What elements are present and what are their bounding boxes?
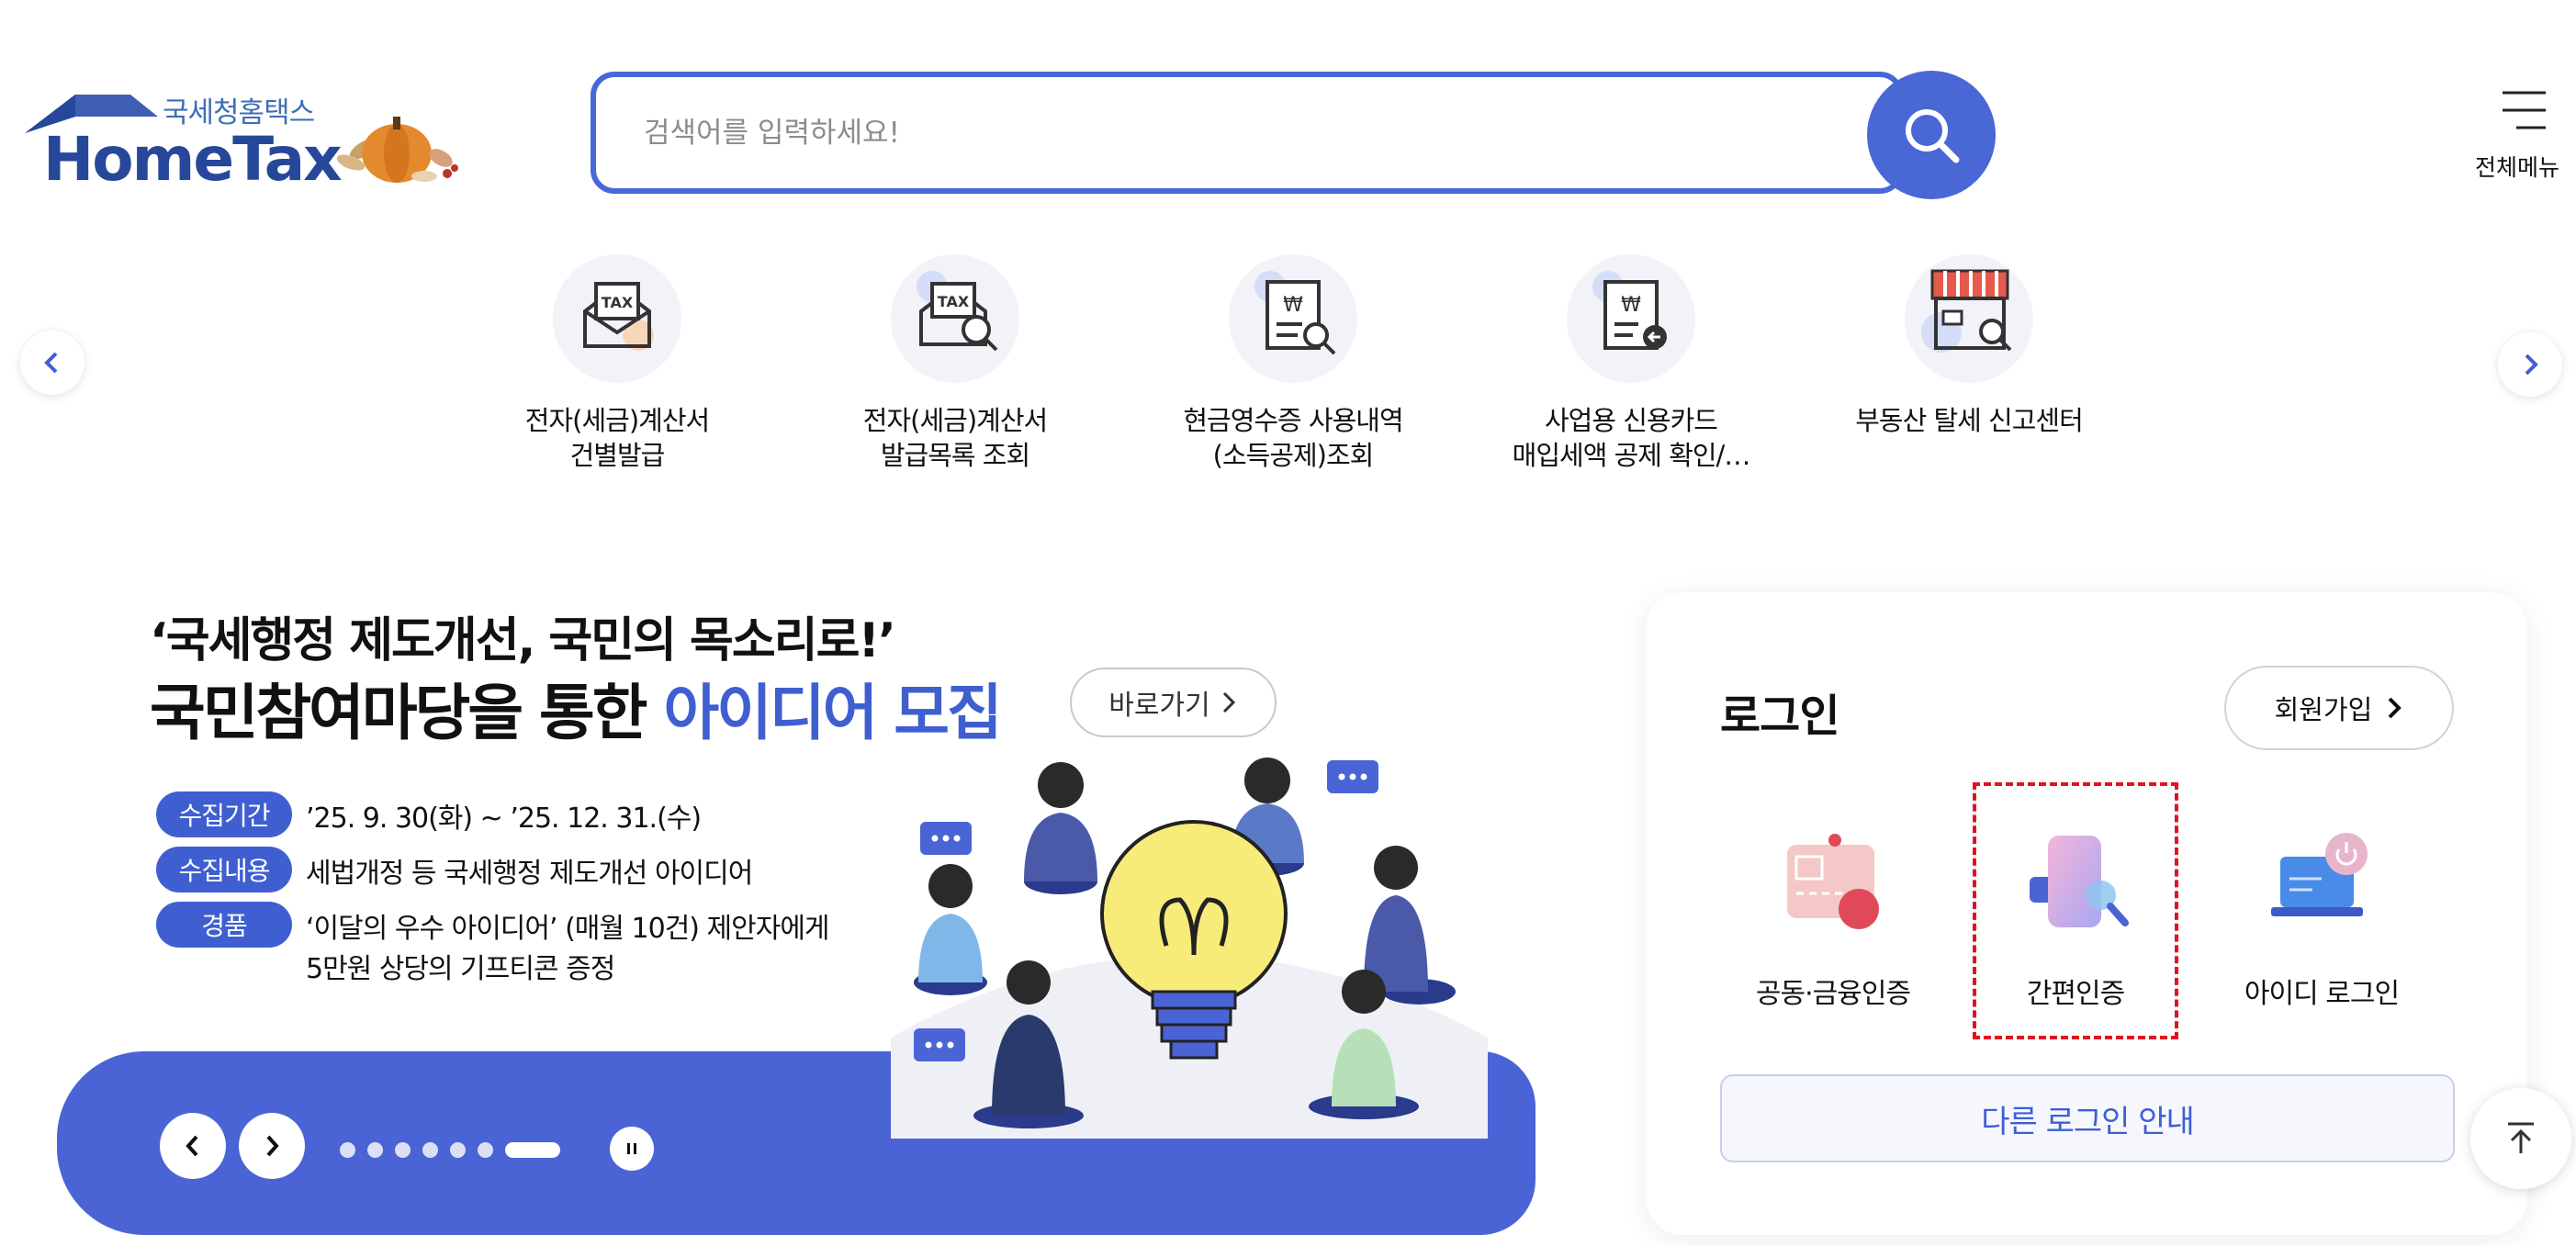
login-option-label: 공동·금융인증 [1755,978,1911,1010]
quick-menu-label: 부동산 탈세 신고센터 [1855,405,2084,436]
search-button[interactable] [1867,71,1996,199]
banner-tag: 수집내용 [156,847,292,892]
banner-pause-button[interactable] [610,1127,654,1171]
search-box[interactable] [591,72,1904,194]
chevron-right-icon [1222,691,1235,713]
login-option-certificate[interactable]: 공동·금융인증 [1723,822,1943,1011]
pumpkin-icon [336,117,458,183]
simple-auth-highlight [1973,782,2178,1039]
all-menu-button[interactable]: 전체메뉴 [2461,87,2576,188]
svg-text:TAX: TAX [602,294,634,311]
all-menu-label: 전체메뉴 [2475,154,2560,181]
store-search-icon [1905,254,2033,383]
banner-row-text: ‘이달의 우수 아이디어’ (매월 10건) 제안자에게 [306,913,830,945]
quick-menu-item[interactable]: TAX 전자(세금)계산서 건별발급 [447,254,787,473]
chevron-left-icon [186,1135,198,1157]
svg-text:TAX: TAX [938,293,970,310]
pause-icon [627,1143,636,1154]
arrow-up-icon [2508,1122,2534,1153]
quick-menu-next-button[interactable] [2498,332,2562,397]
receipt-return-icon: ₩ [1567,254,1695,383]
tax-envelope-search-icon: TAX [891,254,1019,383]
svg-text:₩: ₩ [1621,294,1641,317]
banner-tag: 경품 [156,902,292,948]
banner-next-button[interactable] [239,1113,305,1179]
banner-title-prefix: 국민참여마당을 통한 [150,678,664,748]
laptop-power-icon [2257,822,2386,950]
pagination-dot-active[interactable] [505,1141,560,1158]
banner-prev-button[interactable] [160,1113,226,1179]
login-option-label: 아이디 로그인 [2244,978,2400,1010]
quick-menu-prev-button[interactable] [20,331,84,395]
quick-menu-label: 사업용 신용카드 매입세액 공제 확인/… [1512,405,1751,471]
search-icon [1906,109,1960,163]
banner-headline: ‘국세행정 제도개선, 국민의 목소리로!’ [150,613,896,668]
chevron-right-icon [2525,354,2538,376]
search-input[interactable] [642,105,1748,162]
banner-row-text: ’25. 9. 30(화) ~ ’25. 12. 31.(수) [306,803,702,835]
quick-menu-label: 전자(세금)계산서 건별발급 [524,405,710,471]
chevron-left-icon [44,352,58,374]
tax-envelope-icon: TAX [553,254,681,383]
chevron-right-icon [266,1135,279,1157]
idea-illustration [891,758,1488,1139]
pagination-dot[interactable] [367,1141,383,1158]
certificate-card-icon [1769,822,1897,950]
quick-menu-item[interactable]: ₩ 사업용 신용카드 매입세액 공제 확인/… [1461,254,1801,473]
banner-pagination [340,1139,560,1161]
banner-row-text: 세법개정 등 국세행정 제도개선 아이디어 [306,858,753,890]
pagination-dot[interactable] [395,1141,411,1158]
login-title: 로그인 [1720,690,1839,742]
pagination-dot[interactable] [422,1141,438,1158]
quick-menu-label: 현금영수증 사용내역 (소득공제)조회 [1183,405,1403,471]
pagination-dot[interactable] [450,1141,466,1158]
svg-text:₩: ₩ [1283,294,1303,317]
receipt-search-icon: ₩ [1229,254,1357,383]
other-login-button[interactable]: 다른 로그인 안내 [1720,1074,2455,1162]
chevron-right-icon [2388,697,2402,719]
join-button[interactable]: 회원가입 [2224,666,2454,750]
scroll-top-button[interactable] [2470,1088,2571,1189]
quick-menu-item[interactable]: ₩ 현금영수증 사용내역 (소득공제)조회 [1123,254,1463,473]
quick-menu-label: 전자(세금)계산서 발급목록 조회 [862,405,1048,471]
quick-menu-item[interactable]: 부동산 탈세 신고센터 [1799,254,2139,438]
quick-menu-item[interactable]: TAX 전자(세금)계산서 발급목록 조회 [785,254,1125,473]
logo-title: HomeTax [43,124,343,195]
banner-row-text: 5만원 상당의 기프티콘 증정 [306,953,615,985]
pagination-dot[interactable] [340,1141,355,1158]
hometax-logo[interactable]: 국세청홈택스 HomeTax [20,87,479,197]
pagination-dot[interactable] [478,1141,493,1158]
join-label: 회원가입 [2274,694,2373,725]
hamburger-icon [2503,91,2546,129]
login-option-id[interactable]: 아이디 로그인 [2211,822,2432,1011]
banner-tag: 수집기간 [156,791,292,837]
